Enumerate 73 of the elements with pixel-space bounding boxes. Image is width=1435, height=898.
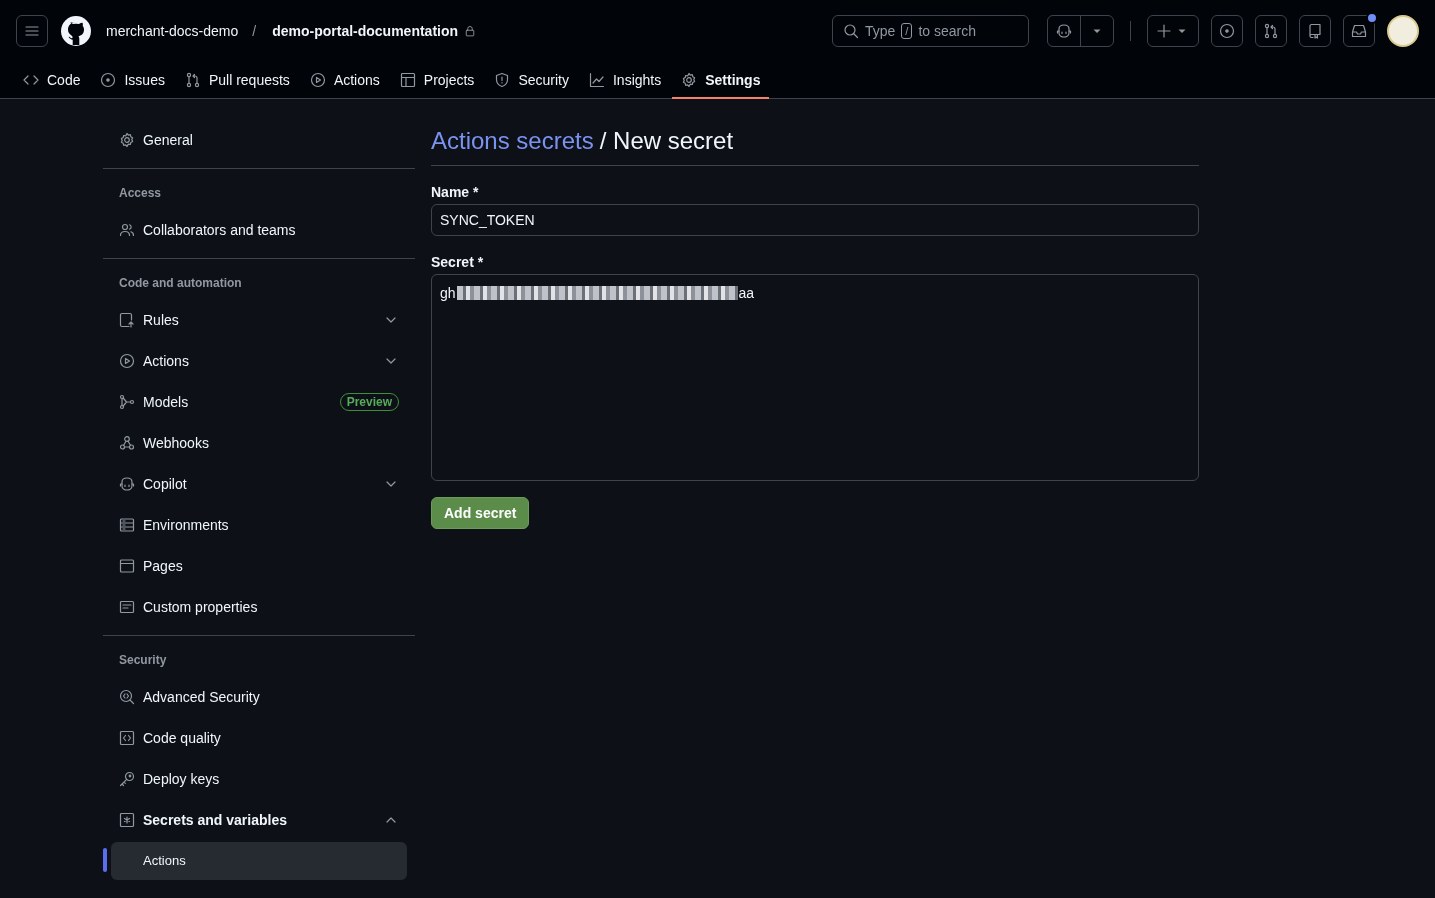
- key-icon: [119, 770, 135, 787]
- sidebar-item[interactable]: Environments: [103, 504, 415, 545]
- sidebar-item[interactable]: General: [103, 119, 415, 160]
- sidebar-item[interactable]: Deploy keys: [103, 758, 415, 799]
- branch-nodes-icon: [119, 393, 135, 410]
- repository-link[interactable]: demo-portal-documentation: [272, 23, 459, 39]
- repo-tab[interactable]: Code: [14, 62, 90, 99]
- settings-icon: [681, 71, 698, 88]
- section-heading: Code and automation: [118, 275, 243, 292]
- code-square-icon: [119, 729, 135, 746]
- active-indicator: [103, 848, 107, 872]
- circle-dot-icon: [1219, 23, 1235, 39]
- breadcrumb-link[interactable]: Actions secrets: [431, 127, 594, 155]
- sidebar-item[interactable]: Models Preview: [103, 381, 415, 422]
- pull-request-icon: [184, 71, 201, 88]
- name-input-field[interactable]: SYNC_TOKEN: [431, 204, 1199, 236]
- sidebar-item[interactable]: Code quality: [103, 717, 415, 758]
- path-separator: /: [252, 23, 257, 39]
- graph-icon: [588, 71, 605, 88]
- sidebar-item[interactable]: Advanced Security: [103, 676, 415, 717]
- circle-dot-icon: [100, 71, 117, 88]
- browser-icon: [119, 557, 135, 574]
- sidebar-item[interactable]: Actions: [103, 340, 415, 381]
- field-label: Name *: [431, 184, 480, 200]
- copilot-icon: [1056, 23, 1072, 39]
- sidebar-item[interactable]: Copilot: [103, 463, 415, 504]
- copilot-icon: [119, 475, 135, 492]
- repositories-button[interactable]: [1299, 15, 1331, 47]
- section-heading: Access: [118, 185, 163, 202]
- people-icon: [119, 221, 135, 238]
- book-icon: [1307, 23, 1323, 39]
- sidebar-subitem[interactable]: Actions: [111, 841, 407, 880]
- sidebar-item[interactable]: Secrets and variables: [103, 799, 415, 840]
- search-field[interactable]: Type / to search: [832, 15, 1029, 47]
- plus-icon: [1156, 23, 1172, 39]
- octocat-logo-icon[interactable]: [60, 15, 92, 47]
- repo-tab[interactable]: Settings: [672, 62, 770, 99]
- pull-requests-button[interactable]: [1255, 15, 1287, 47]
- sidebar-item[interactable]: Webhooks: [103, 422, 415, 463]
- menu-icon: [24, 23, 40, 39]
- note-icon: [119, 598, 135, 615]
- secret-textarea[interactable]: gh aa: [431, 274, 1199, 481]
- table-icon: [399, 71, 416, 88]
- issues-button[interactable]: [1211, 15, 1243, 47]
- webhook-icon: [119, 434, 135, 451]
- inbox-icon: [1351, 23, 1367, 39]
- code-search-icon: [119, 688, 135, 705]
- play-icon: [309, 71, 326, 88]
- play-icon: [119, 352, 135, 369]
- repo-tab[interactable]: Pull requests: [175, 62, 299, 99]
- repo-tab[interactable]: Actions: [300, 62, 389, 99]
- field-label: Secret *: [431, 254, 485, 270]
- server-list-icon: [119, 516, 135, 533]
- repo-tab[interactable]: Security: [485, 62, 578, 99]
- inbox-button[interactable]: [1343, 15, 1375, 47]
- sidebar-item[interactable]: Rules: [103, 299, 415, 340]
- repo-tab[interactable]: Issues: [91, 62, 174, 99]
- add-secret-button[interactable]: Add secret: [431, 497, 530, 529]
- pull-request-icon: [1263, 23, 1279, 39]
- sidebar-item[interactable]: Collaborators and teams: [103, 209, 415, 250]
- sidebar-item[interactable]: Pages: [103, 545, 415, 586]
- page-title: / New secret: [599, 127, 734, 155]
- sidebar-item[interactable]: Custom properties: [103, 586, 415, 627]
- repo-tab[interactable]: Projects: [390, 62, 484, 99]
- search-icon: [843, 23, 859, 39]
- shield-icon: [494, 71, 511, 88]
- document-arrow-icon: [119, 311, 135, 328]
- asterisk-square-icon: [119, 811, 135, 828]
- repo-tab[interactable]: Insights: [579, 62, 671, 99]
- settings-icon: [119, 131, 135, 148]
- avatar[interactable]: [1387, 15, 1419, 47]
- section-heading: Security: [118, 652, 168, 669]
- owner-link[interactable]: merchant-docs-demo: [106, 23, 239, 39]
